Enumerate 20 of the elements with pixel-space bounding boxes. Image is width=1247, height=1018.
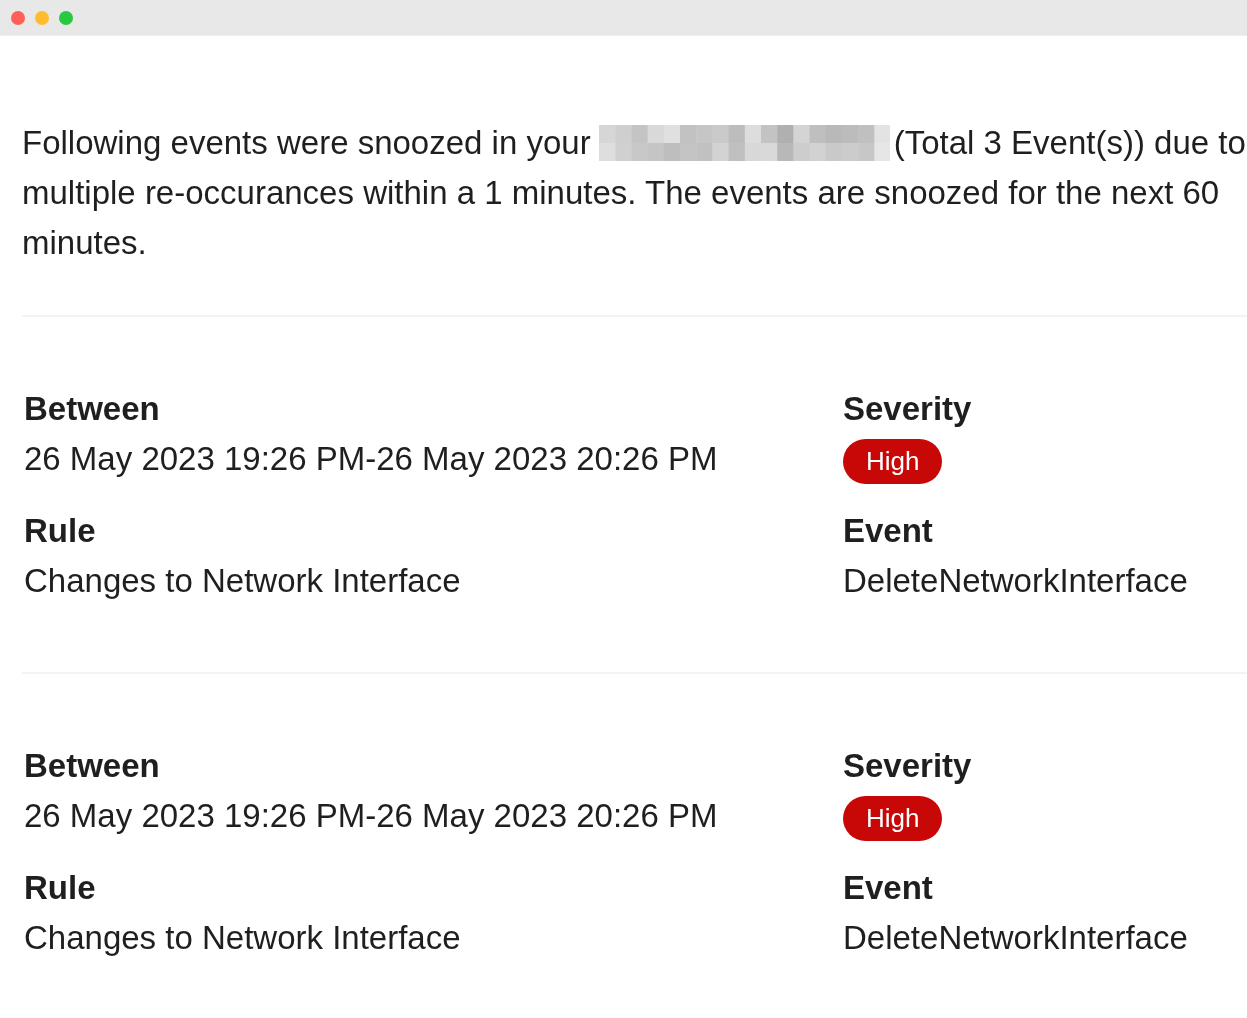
maximize-icon[interactable] xyxy=(59,10,73,25)
field-label: Between xyxy=(24,389,160,429)
field-value: DeleteNetworkInterface xyxy=(843,918,1188,958)
field-value: DeleteNetworkInterface xyxy=(843,561,1188,601)
field-label: Event xyxy=(843,511,933,551)
field-label: Severity xyxy=(843,389,972,429)
severity-badge: High xyxy=(843,796,943,841)
close-icon[interactable] xyxy=(11,10,25,25)
field-label: Rule xyxy=(24,868,96,908)
field-label: Event xyxy=(843,868,933,908)
field-value: Changes to Network Interface xyxy=(24,561,461,601)
field-label: Between xyxy=(24,746,160,786)
field-value: Changes to Network Interface xyxy=(24,918,461,958)
severity-badge: High xyxy=(843,439,943,484)
field-label: Rule xyxy=(24,511,96,551)
field-label: Severity xyxy=(843,746,972,786)
minimize-icon[interactable] xyxy=(35,10,49,25)
field-value: 26 May 2023 19:26 PM-26 May 2023 20:26 PM xyxy=(24,439,718,479)
field-value: 26 May 2023 19:26 PM-26 May 2023 20:26 PM xyxy=(24,796,718,836)
message-text: Following events were snoozed in your (Total 3 Event(s)) due to multiple re-occurances within a 1 minutes. The events are snoozed for the next 60 minutes. xyxy=(22,123,1247,263)
